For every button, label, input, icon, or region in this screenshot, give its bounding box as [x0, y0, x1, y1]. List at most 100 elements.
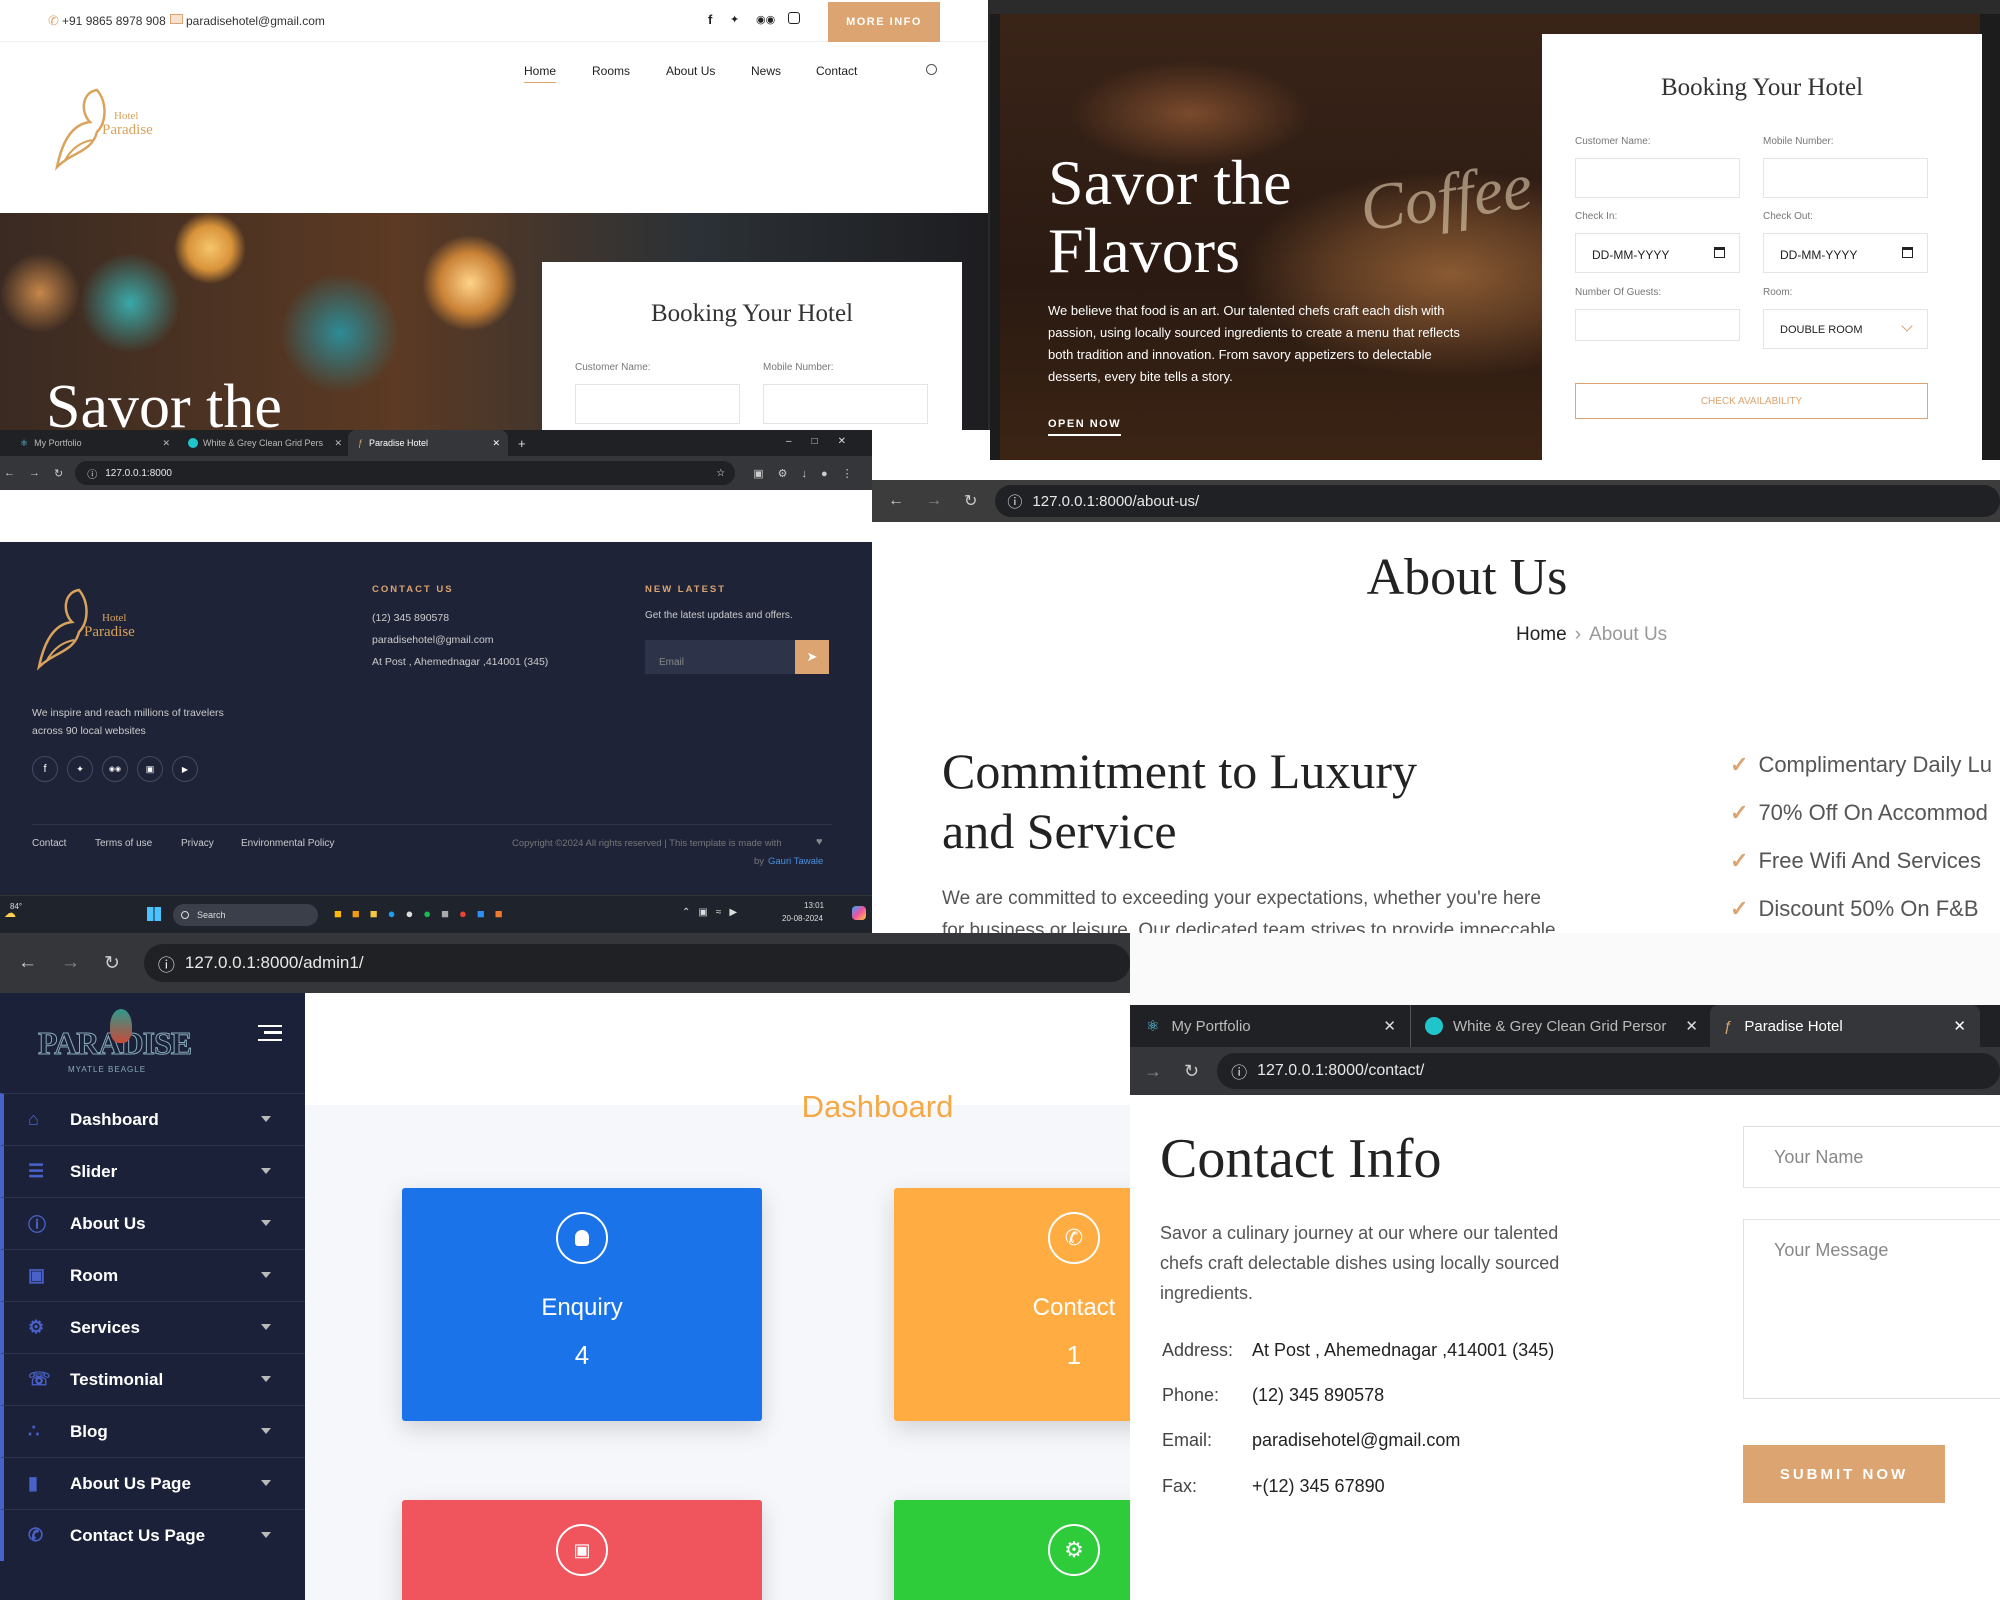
header-phone[interactable]: +91 9865 8978 908 — [62, 14, 166, 28]
customer-name-input[interactable] — [1575, 158, 1740, 198]
forward-icon[interactable]: → — [1144, 1061, 1162, 1082]
close-icon[interactable]: ✕ — [334, 438, 342, 449]
twitter-icon[interactable]: ✦ — [67, 756, 93, 782]
sidebar-item-blog[interactable]: ∴ Blog — [0, 1405, 305, 1457]
sidebar-item-room[interactable]: ▣ Room — [0, 1249, 305, 1301]
close-icon[interactable]: ✕ — [1685, 1017, 1698, 1035]
mobile-number-input[interactable] — [763, 384, 928, 424]
tab-canva[interactable]: White & Grey Clean Grid Perso ✕ — [180, 430, 348, 456]
youtube-icon[interactable]: ▶ — [172, 756, 198, 782]
forward-icon[interactable]: → — [926, 492, 942, 510]
close-icon[interactable]: ✕ — [1383, 1017, 1396, 1035]
instagram-icon[interactable] — [788, 12, 800, 24]
url-field[interactable]: ⓘ 127.0.0.1:8000/admin1/ — [143, 944, 1130, 982]
contact-card[interactable]: ✆ Contact 1 — [894, 1188, 1130, 1421]
footer-link-environment[interactable]: Environmental Policy — [241, 838, 334, 849]
check-out-date-input[interactable]: DD-MM-YYYY — [1763, 233, 1928, 273]
heart-icon: ♥ — [816, 836, 823, 848]
reload-icon[interactable]: ↻ — [104, 952, 120, 975]
admin-logo[interactable]: PARADISE MYATLE BEAGLE — [37, 1007, 198, 1077]
tripadvisor-icon[interactable]: ◉◉ — [102, 756, 128, 782]
check-in-date-input[interactable]: DD-MM-YYYY — [1575, 233, 1740, 273]
sidebar-item-contact-page[interactable]: ✆ Contact Us Page — [0, 1509, 305, 1561]
footer-link-contact[interactable]: Contact — [32, 838, 66, 849]
back-icon[interactable]: ← — [4, 467, 15, 479]
facebook-icon[interactable]: f — [708, 12, 712, 27]
sidebar-item-dashboard[interactable]: ⌂ Dashboard — [0, 1093, 305, 1145]
services-card[interactable]: ⚙ — [894, 1500, 1130, 1600]
open-now-link[interactable]: OPEN NOW — [1048, 418, 1122, 436]
reload-icon[interactable]: ↻ — [964, 491, 977, 511]
nav-about[interactable]: About Us — [666, 64, 715, 78]
instagram-icon[interactable]: ▣ — [137, 756, 163, 782]
more-info-button[interactable]: MORE INFO — [828, 2, 940, 42]
tab-portfolio[interactable]: ⚛ My Portfolio ✕ — [1130, 1005, 1410, 1047]
home-window: ✆ +91 9865 8978 908 paradisehotel@gmail.… — [0, 0, 990, 430]
facebook-icon[interactable]: f — [32, 756, 58, 782]
windows-start-icon[interactable] — [147, 907, 161, 921]
forward-icon[interactable]: → — [61, 952, 80, 974]
taskbar-app-icons[interactable]: ■■■●●●■●■■ — [334, 906, 513, 921]
newsletter-send-button[interactable]: ➤ — [795, 640, 829, 674]
submit-button[interactable]: SUBMIT NOW — [1743, 1445, 1945, 1503]
sidebar-item-testimonial[interactable]: ☏ Testimonial — [0, 1353, 305, 1405]
author-link[interactable]: Gauri Tawale — [768, 856, 823, 867]
tab-canva[interactable]: White & Grey Clean Grid Persor ✕ — [1410, 1005, 1710, 1047]
tripadvisor-icon[interactable]: ◉◉ — [756, 13, 775, 26]
close-icon[interactable]: ✕ — [1953, 1017, 1966, 1035]
window-controls[interactable]: –□✕ — [786, 436, 866, 447]
phone-value[interactable]: (12) 345 890578 — [1252, 1385, 1384, 1406]
reload-icon[interactable]: ↻ — [1184, 1061, 1199, 1082]
back-icon[interactable]: ← — [18, 952, 37, 974]
hotel-logo[interactable]: Hotel Paradise — [52, 82, 182, 172]
enquiry-card[interactable]: Enquiry 4 — [402, 1188, 762, 1421]
tab-portfolio[interactable]: ⚛ My Portfolio ✕ — [0, 430, 180, 456]
url-field[interactable]: ⓘ 127.0.0.1:8000 ☆ — [75, 461, 736, 485]
sidebar-item-about[interactable]: ⓘ About Us — [0, 1197, 305, 1249]
bookmark-star-icon[interactable]: ☆ — [716, 468, 725, 479]
sidebar-item-services[interactable]: ⚙ Services — [0, 1301, 305, 1353]
extension-icons[interactable]: ▣⚙↓●⋮ — [753, 467, 866, 480]
message-textarea[interactable]: Your Message — [1743, 1219, 2000, 1399]
close-icon[interactable]: ✕ — [492, 438, 500, 449]
footer-logo[interactable]: Hotel Paradise — [34, 582, 164, 672]
forward-icon[interactable]: → — [29, 467, 40, 479]
caret-down-icon — [261, 1532, 271, 1538]
name-input[interactable]: Your Name — [1743, 1126, 2000, 1188]
tab-paradise[interactable]: ƒ Paradise Hotel ✕ — [1710, 1005, 1980, 1047]
copilot-icon[interactable] — [852, 906, 866, 920]
guests-input[interactable] — [1575, 309, 1740, 341]
hamburger-menu-icon[interactable] — [258, 1025, 282, 1041]
nav-rooms[interactable]: Rooms — [592, 64, 630, 78]
mobile-number-input[interactable] — [1763, 158, 1928, 198]
nav-home[interactable]: Home — [524, 64, 557, 83]
twitter-icon[interactable]: ✦ — [730, 13, 739, 26]
customer-name-input[interactable] — [575, 384, 740, 424]
nav-news[interactable]: News — [751, 64, 781, 78]
caret-down-icon — [261, 1376, 271, 1382]
system-tray-icons[interactable]: ⌃▣≈▶ — [682, 907, 745, 918]
room-card[interactable]: ▣ — [402, 1500, 762, 1600]
taskbar-search[interactable]: Search — [173, 904, 318, 926]
footer-phone[interactable]: (12) 345 890578 — [372, 612, 449, 624]
close-icon[interactable]: ✕ — [162, 438, 170, 449]
sidebar-item-slider[interactable]: ☰ Slider — [0, 1145, 305, 1197]
breadcrumb-home[interactable]: Home — [1516, 624, 1567, 646]
footer-link-privacy[interactable]: Privacy — [181, 838, 214, 849]
footer-link-terms[interactable]: Terms of use — [95, 838, 152, 849]
url-field[interactable]: ⓘ 127.0.0.1:8000/about-us/ — [995, 485, 2000, 517]
search-icon[interactable] — [926, 64, 937, 75]
back-icon[interactable]: ← — [888, 492, 904, 510]
new-tab-icon[interactable]: + — [518, 436, 526, 451]
nav-contact[interactable]: Contact — [816, 64, 857, 78]
email-value[interactable]: paradisehotel@gmail.com — [1252, 1430, 1460, 1451]
footer-email[interactable]: paradisehotel@gmail.com — [372, 634, 494, 646]
url-field[interactable]: ⓘ 127.0.0.1:8000/contact/ — [1217, 1053, 2000, 1089]
header-email[interactable]: paradisehotel@gmail.com — [186, 14, 325, 28]
tab-paradise[interactable]: ƒ Paradise Hotel ✕ — [348, 430, 508, 456]
room-select[interactable]: DOUBLE ROOM — [1763, 309, 1928, 349]
newsletter-email-input[interactable]: Email — [645, 640, 795, 674]
reload-icon[interactable]: ↻ — [54, 467, 63, 480]
sidebar-item-about-page[interactable]: ▮ About Us Page — [0, 1457, 305, 1509]
check-availability-button[interactable]: CHECK AVAILABILITY — [1575, 383, 1928, 419]
